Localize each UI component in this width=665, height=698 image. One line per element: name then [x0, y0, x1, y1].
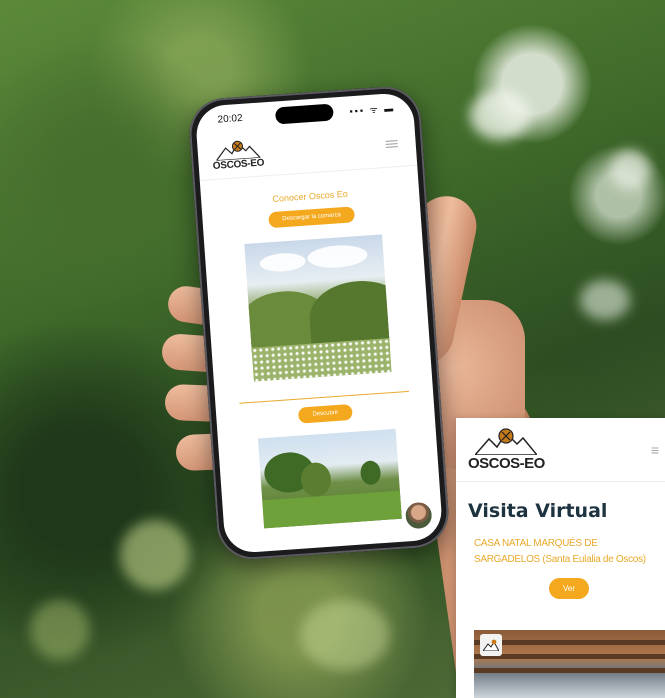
- inset-header: OSCOS-EO ≡: [456, 418, 665, 482]
- bokeh-light: [300, 600, 390, 670]
- download-button[interactable]: Descargar la comarca: [267, 206, 356, 229]
- mountain-compass-icon: [475, 428, 538, 455]
- phone-screen: 20:02 ▪▪▪ ᯤ ▬ OSCOS-EO Conocer Oscos Eo …: [194, 91, 444, 555]
- site-logo[interactable]: OSCOS-EO: [211, 137, 265, 172]
- valley-photo: [244, 234, 392, 382]
- guide-avatar[interactable]: [402, 499, 435, 532]
- interior-photo[interactable]: [474, 630, 665, 698]
- smartphone: 20:02 ▪▪▪ ᯤ ▬ OSCOS-EO Conocer Oscos Eo …: [187, 84, 451, 562]
- view-button[interactable]: Ver: [549, 578, 590, 599]
- countryside-photo: [257, 428, 402, 529]
- bokeh-light: [580, 280, 630, 320]
- bokeh-light: [120, 520, 190, 590]
- inset-logo-text: OSCOS-EO: [468, 455, 545, 472]
- bokeh-light: [610, 150, 650, 190]
- logo-badge-icon: [480, 634, 502, 656]
- inset-site-logo[interactable]: OSCOS-EO: [468, 427, 545, 472]
- place-name: CASA NATAL MARQUÉS DE SARGADELOS (Santa …: [474, 538, 646, 565]
- discover-button[interactable]: Descubrir: [298, 403, 353, 424]
- bokeh-light: [470, 90, 530, 140]
- page-title: Visita Virtual: [468, 500, 608, 522]
- inset-screenshot: OSCOS-EO ≡ Visita Virtual CASA NATAL MAR…: [456, 418, 665, 698]
- section-title: Conocer Oscos Eo: [272, 188, 349, 204]
- divider: [239, 390, 410, 404]
- menu-icon[interactable]: ≡: [651, 442, 659, 458]
- menu-icon[interactable]: [385, 140, 398, 148]
- dynamic-island: [274, 103, 334, 125]
- bokeh-light: [30, 600, 90, 660]
- status-icons: ▪▪▪ ᯤ ▬: [349, 102, 396, 116]
- status-time: 20:02: [217, 112, 243, 126]
- logo-text: OSCOS-EO: [212, 157, 265, 173]
